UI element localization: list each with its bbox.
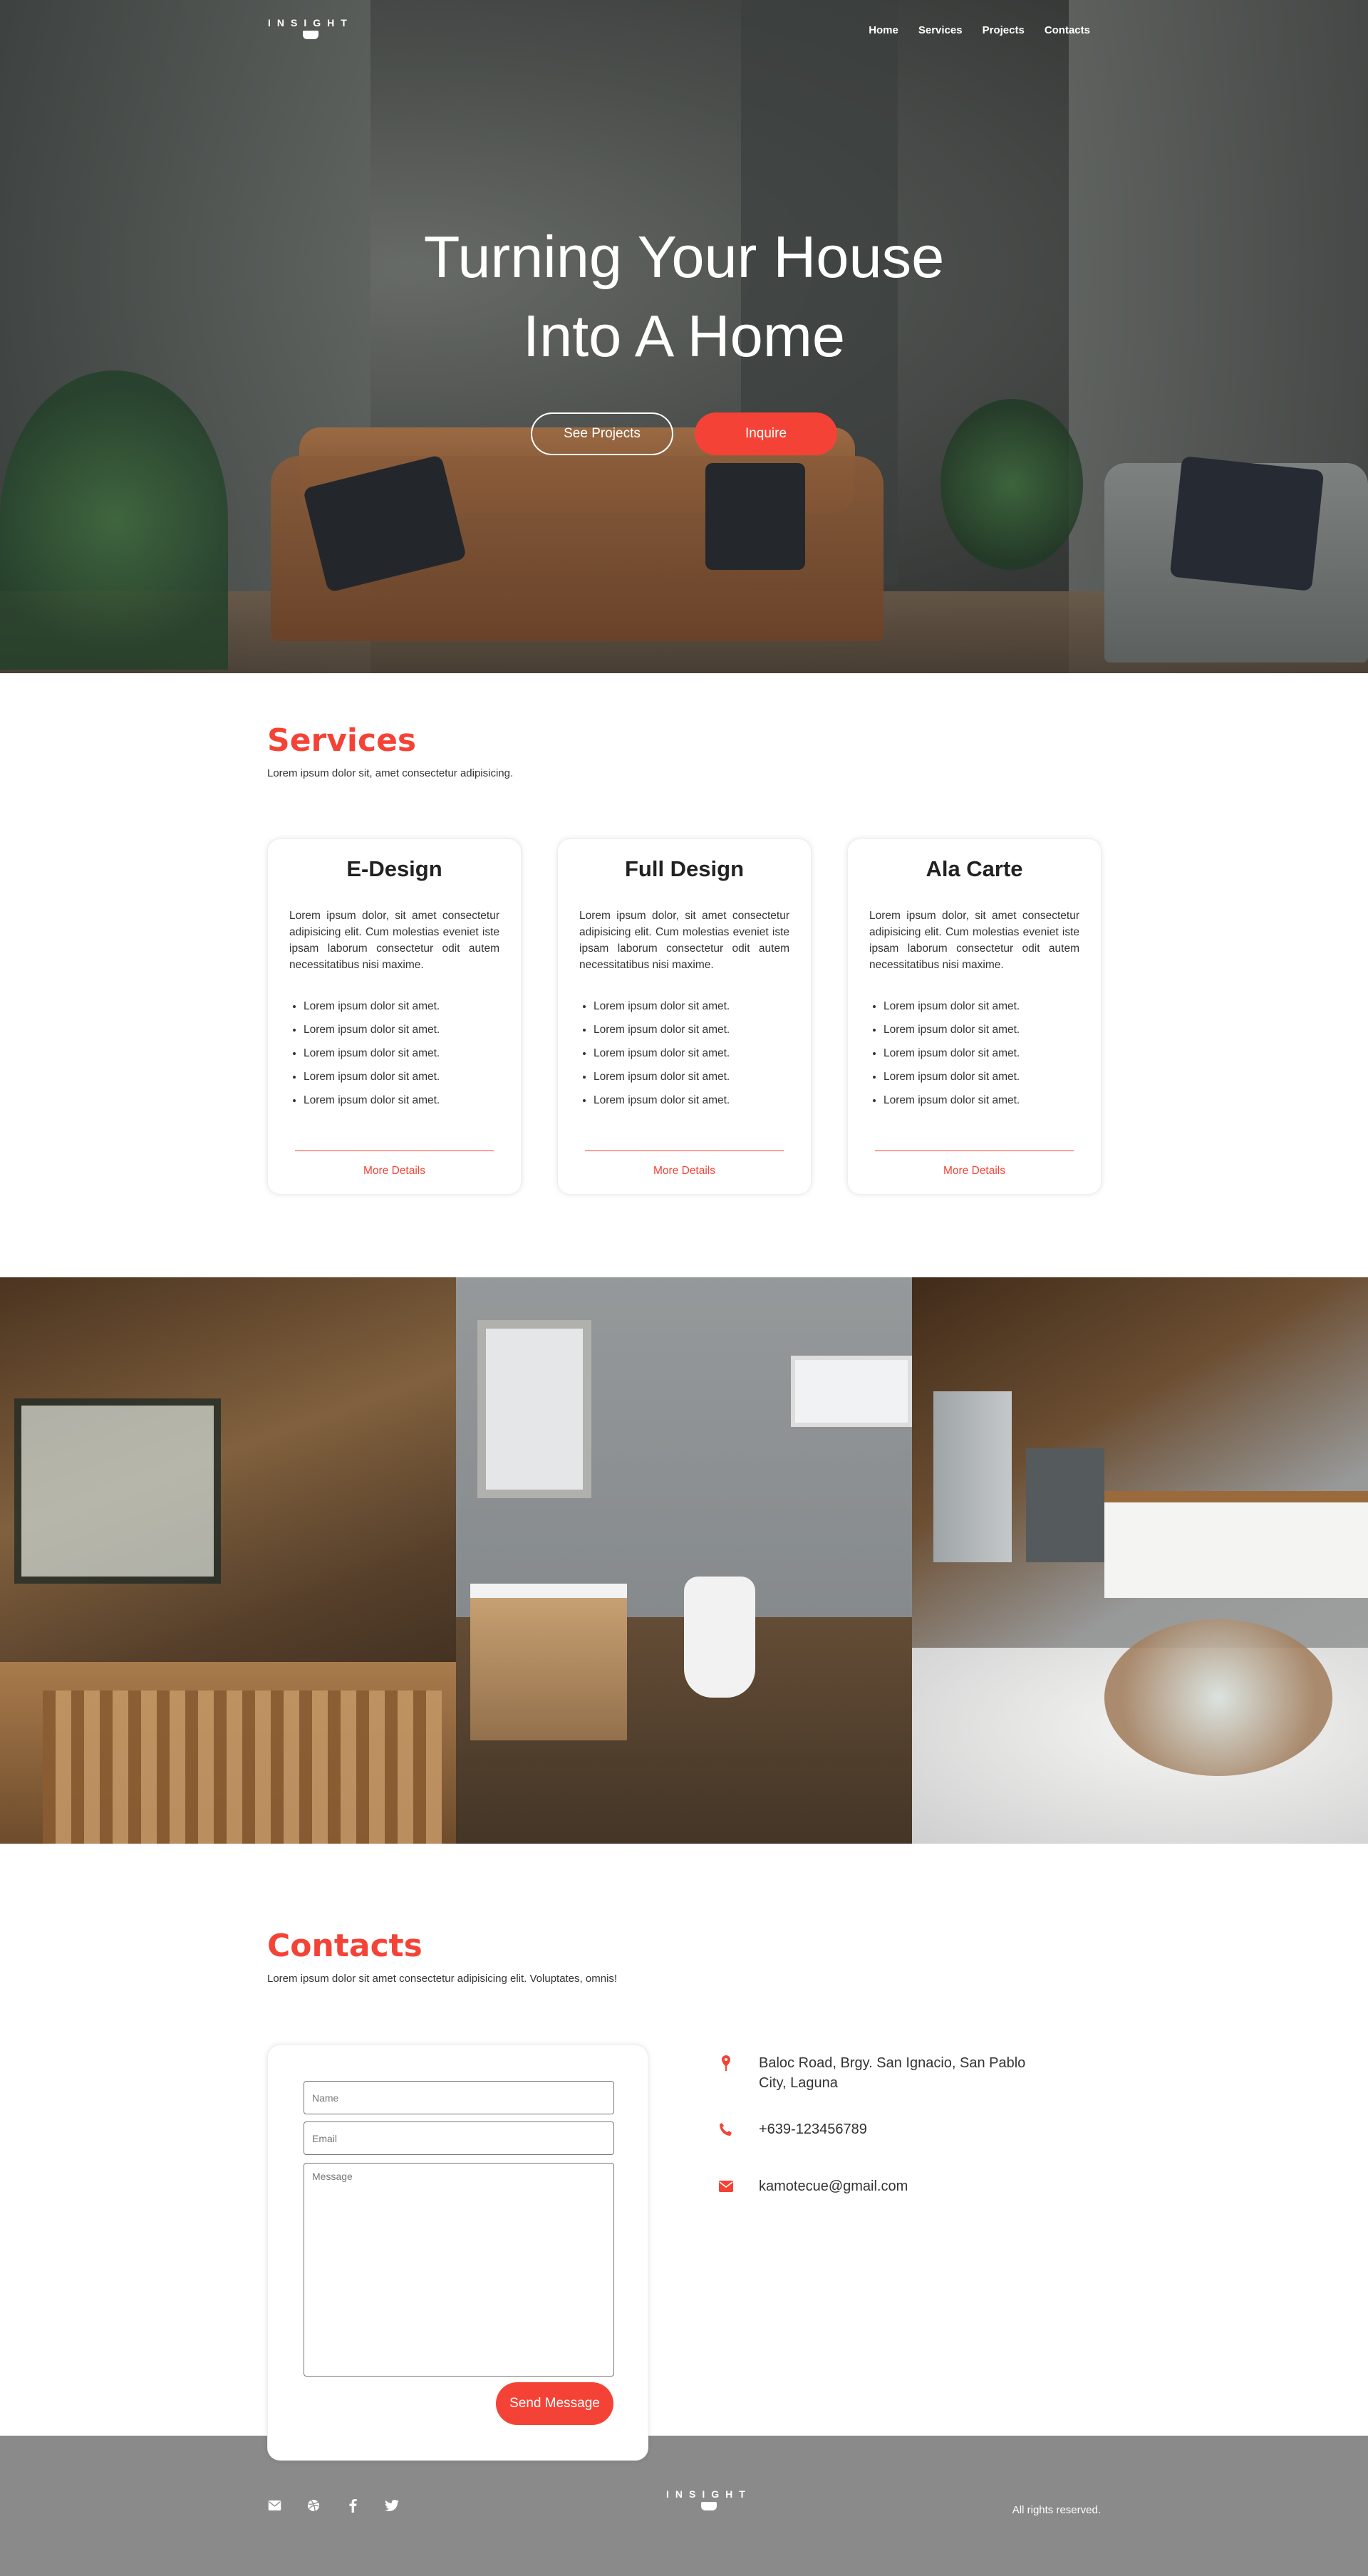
contact-form: Send Message bbox=[267, 2045, 648, 2461]
nav-home[interactable]: Home bbox=[869, 24, 898, 36]
footer-social-icons bbox=[267, 2498, 399, 2513]
kitchen-dining-photo[interactable] bbox=[0, 1277, 456, 1844]
photo-vanity bbox=[470, 1584, 627, 1740]
envelope-icon[interactable] bbox=[267, 2498, 281, 2513]
nav-projects[interactable]: Projects bbox=[983, 24, 1025, 36]
photo-toilet bbox=[684, 1577, 755, 1698]
map-pin-icon bbox=[716, 2053, 736, 2073]
list-item: Lorem ipsum dolor sit amet. bbox=[304, 1042, 499, 1065]
dribbble-icon[interactable] bbox=[306, 2498, 321, 2513]
card-feature-list: Lorem ipsum dolor sit amet. Lorem ipsum … bbox=[869, 994, 1079, 1112]
list-item: Lorem ipsum dolor sit amet. bbox=[594, 1042, 789, 1065]
send-message-button[interactable]: Send Message bbox=[496, 2382, 613, 2425]
list-item: Lorem ipsum dolor sit amet. bbox=[304, 1065, 499, 1089]
contact-address: Baloc Road, Brgy. San Ignacio, San Pablo… bbox=[716, 2053, 1030, 2093]
contact-email: kamotecue@gmail.com bbox=[716, 2176, 1030, 2196]
list-item: Lorem ipsum dolor sit amet. bbox=[304, 1018, 499, 1042]
card-description: Lorem ipsum dolor, sit amet consectetur … bbox=[289, 910, 499, 971]
hero-plant-left bbox=[0, 370, 228, 670]
hero-title-line-2: Into A Home bbox=[522, 303, 846, 369]
list-item: Lorem ipsum dolor sit amet. bbox=[594, 1018, 789, 1042]
services-cards: E-Design Lorem ipsum dolor, sit amet con… bbox=[267, 838, 1102, 1195]
card-description: Lorem ipsum dolor, sit amet consectetur … bbox=[869, 910, 1079, 971]
list-item: Lorem ipsum dolor sit amet. bbox=[884, 994, 1079, 1018]
bathroom-photo[interactable] bbox=[456, 1277, 912, 1844]
envelope-icon bbox=[716, 2176, 736, 2196]
logo-icon bbox=[700, 2502, 717, 2510]
card-title: Full Design bbox=[624, 856, 745, 881]
logo-text: INSIGHT bbox=[666, 2488, 752, 2500]
hero-pillow-3 bbox=[1169, 456, 1325, 591]
logo-text: INSIGHT bbox=[268, 17, 353, 28]
card-title: E-Design bbox=[346, 856, 442, 881]
twitter-icon[interactable] bbox=[385, 2498, 399, 2513]
photo-stove bbox=[1026, 1448, 1104, 1562]
hero-buttons: See Projects Inquire bbox=[531, 412, 837, 455]
logo-icon bbox=[302, 31, 318, 39]
hero-title-line-1: Turning Your House bbox=[423, 224, 945, 290]
more-details-link[interactable]: More Details bbox=[558, 1165, 811, 1178]
nav-logo[interactable]: INSIGHT bbox=[268, 17, 353, 39]
list-item: Lorem ipsum dolor sit amet. bbox=[304, 1089, 499, 1112]
more-details-link[interactable]: More Details bbox=[848, 1165, 1101, 1178]
card-feature-list: Lorem ipsum dolor sit amet. Lorem ipsum … bbox=[579, 994, 789, 1112]
a-frame-kitchen-living-photo[interactable] bbox=[912, 1277, 1368, 1844]
photo-mirror bbox=[477, 1320, 591, 1498]
service-card-ala-carte: Ala Carte Lorem ipsum dolor, sit amet co… bbox=[847, 838, 1102, 1195]
photo-fridge bbox=[933, 1391, 1012, 1562]
card-title: Ala Carte bbox=[926, 856, 1023, 881]
contact-phone: +639-123456789 bbox=[716, 2119, 1030, 2139]
contacts-title: Contacts bbox=[267, 1928, 423, 1964]
email-text[interactable]: kamotecue@gmail.com bbox=[759, 2176, 1030, 2196]
footer: INSIGHT All rights reserved. bbox=[0, 2436, 1368, 2576]
footer-logo[interactable]: INSIGHT bbox=[666, 2488, 752, 2510]
list-item: Lorem ipsum dolor sit amet. bbox=[594, 1089, 789, 1112]
services-title: Services bbox=[267, 722, 417, 759]
address-text: Baloc Road, Brgy. San Ignacio, San Pablo… bbox=[759, 2055, 1026, 2091]
list-item: Lorem ipsum dolor sit amet. bbox=[304, 994, 499, 1018]
email-input[interactable] bbox=[304, 2121, 614, 2155]
name-input[interactable] bbox=[304, 2081, 614, 2114]
hero-title: Turning Your House Into A Home bbox=[0, 217, 1368, 375]
more-details-link[interactable]: More Details bbox=[268, 1165, 521, 1178]
hero-plant-right bbox=[940, 399, 1083, 570]
hero-section: INSIGHT Home Services Projects Contacts … bbox=[0, 0, 1368, 673]
inquire-button[interactable]: Inquire bbox=[695, 412, 837, 455]
list-item: Lorem ipsum dolor sit amet. bbox=[594, 994, 789, 1018]
photo-window bbox=[791, 1356, 912, 1427]
phone-icon bbox=[716, 2119, 736, 2139]
card-description: Lorem ipsum dolor, sit amet consectetur … bbox=[579, 910, 789, 971]
card-feature-list: Lorem ipsum dolor sit amet. Lorem ipsum … bbox=[289, 994, 499, 1112]
copyright-text: All rights reserved. bbox=[1012, 2504, 1101, 2516]
phone-text[interactable]: +639-123456789 bbox=[759, 2119, 1030, 2139]
nav-contacts[interactable]: Contacts bbox=[1045, 24, 1090, 36]
photo-chairs bbox=[43, 1690, 442, 1844]
message-input[interactable] bbox=[304, 2163, 614, 2377]
see-projects-button[interactable]: See Projects bbox=[531, 412, 673, 455]
project-gallery bbox=[0, 1277, 1368, 1844]
nav-services[interactable]: Services bbox=[918, 24, 963, 36]
list-item: Lorem ipsum dolor sit amet. bbox=[884, 1065, 1079, 1089]
list-item: Lorem ipsum dolor sit amet. bbox=[594, 1065, 789, 1089]
facebook-icon[interactable] bbox=[346, 2498, 360, 2513]
list-item: Lorem ipsum dolor sit amet. bbox=[884, 1018, 1079, 1042]
service-card-full-design: Full Design Lorem ipsum dolor, sit amet … bbox=[557, 838, 812, 1195]
list-item: Lorem ipsum dolor sit amet. bbox=[884, 1089, 1079, 1112]
services-subtitle: Lorem ipsum dolor sit, amet consectetur … bbox=[267, 767, 514, 779]
hero-pillow-2 bbox=[705, 463, 805, 570]
main-nav: Home Services Projects Contacts bbox=[869, 24, 1090, 36]
photo-window bbox=[14, 1398, 221, 1584]
service-card-e-design: E-Design Lorem ipsum dolor, sit amet con… bbox=[267, 838, 522, 1195]
contacts-subtitle: Lorem ipsum dolor sit amet consectetur a… bbox=[267, 1973, 618, 1985]
photo-coffee-table bbox=[1104, 1619, 1332, 1776]
list-item: Lorem ipsum dolor sit amet. bbox=[884, 1042, 1079, 1065]
photo-counter bbox=[1104, 1491, 1368, 1598]
